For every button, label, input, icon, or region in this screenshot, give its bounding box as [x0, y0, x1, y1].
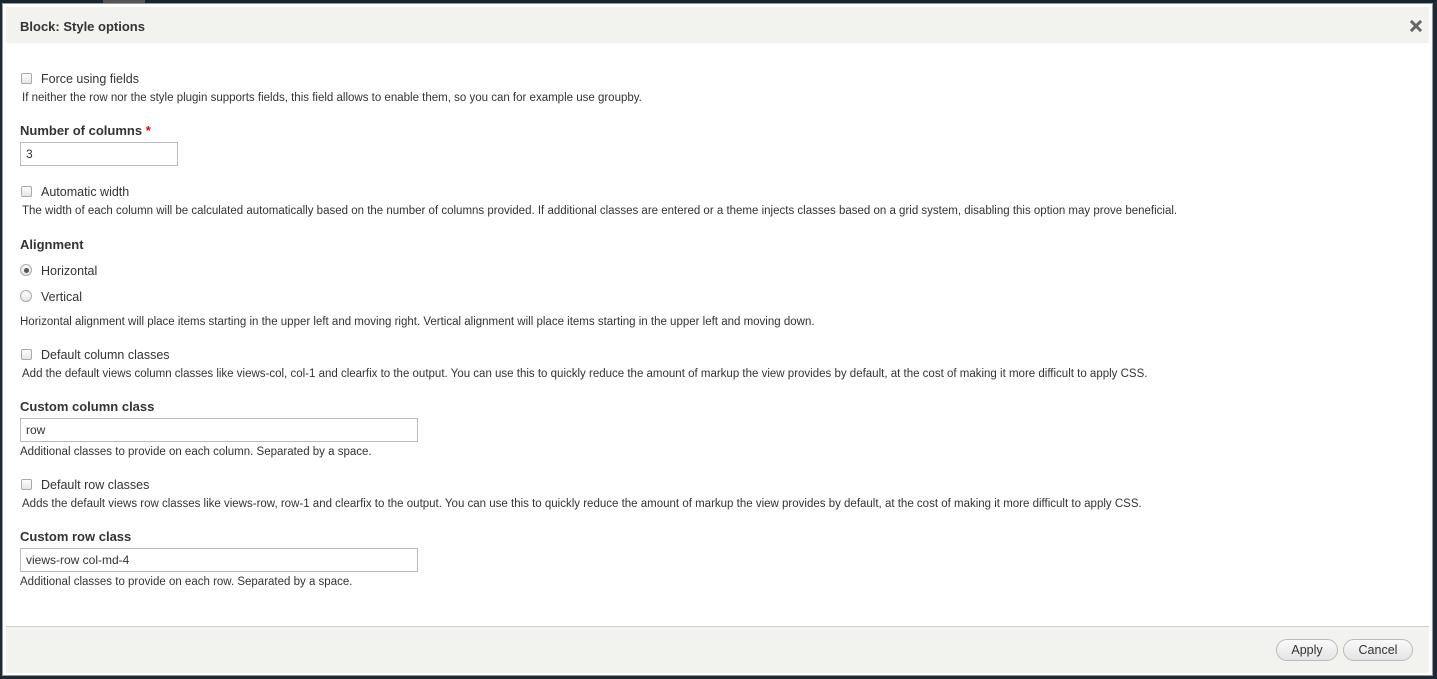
- automatic-width-label[interactable]: Automatic width: [41, 185, 129, 199]
- apply-button[interactable]: Apply: [1276, 639, 1338, 661]
- default-row-classes-description: Adds the default views row classes like …: [22, 498, 1142, 510]
- dialog-title: Block: Style options: [20, 19, 145, 34]
- default-column-classes-description: Add the default views column classes lik…: [22, 368, 1148, 380]
- custom-column-class-input[interactable]: [20, 418, 418, 442]
- alignment-vertical-radio[interactable]: [20, 290, 32, 302]
- close-button[interactable]: [1409, 19, 1423, 33]
- custom-row-class-description: Additional classes to provide on each ro…: [20, 576, 353, 588]
- custom-row-class-input[interactable]: [20, 548, 418, 572]
- close-icon: [1409, 19, 1423, 33]
- force-using-fields-description: If neither the row nor the style plugin …: [22, 92, 642, 104]
- alignment-vertical-label[interactable]: Vertical: [41, 290, 82, 304]
- alignment-horizontal-label[interactable]: Horizontal: [41, 264, 97, 278]
- alignment-description: Horizontal alignment will place items st…: [20, 316, 815, 328]
- automatic-width-checkbox[interactable]: [21, 186, 32, 197]
- required-marker: *: [145, 123, 151, 138]
- default-row-classes-checkbox[interactable]: [21, 479, 32, 490]
- alignment-label: Alignment: [20, 237, 84, 252]
- custom-row-class-label: Custom row class: [20, 529, 132, 544]
- dialog-footer: Apply Cancel: [6, 626, 1429, 673]
- custom-column-class-description: Additional classes to provide on each co…: [20, 446, 372, 458]
- style-options-dialog: Block: Style options Force using fields …: [2, 3, 1433, 676]
- number-of-columns-label-text: Number of columns: [20, 123, 143, 138]
- default-column-classes-checkbox[interactable]: [21, 349, 32, 360]
- number-of-columns-input[interactable]: [20, 142, 178, 166]
- force-using-fields-checkbox[interactable]: [21, 73, 32, 84]
- force-using-fields-label[interactable]: Force using fields: [41, 72, 139, 86]
- alignment-horizontal-radio[interactable]: [20, 264, 32, 276]
- default-column-classes-label[interactable]: Default column classes: [41, 348, 170, 362]
- number-of-columns-label: Number of columns *: [20, 123, 151, 138]
- dialog-titlebar: Block: Style options: [6, 7, 1429, 43]
- automatic-width-description: The width of each column will be calcula…: [22, 205, 1178, 217]
- custom-column-class-label: Custom column class: [20, 399, 155, 414]
- default-row-classes-label[interactable]: Default row classes: [41, 478, 149, 492]
- cancel-button[interactable]: Cancel: [1343, 639, 1413, 661]
